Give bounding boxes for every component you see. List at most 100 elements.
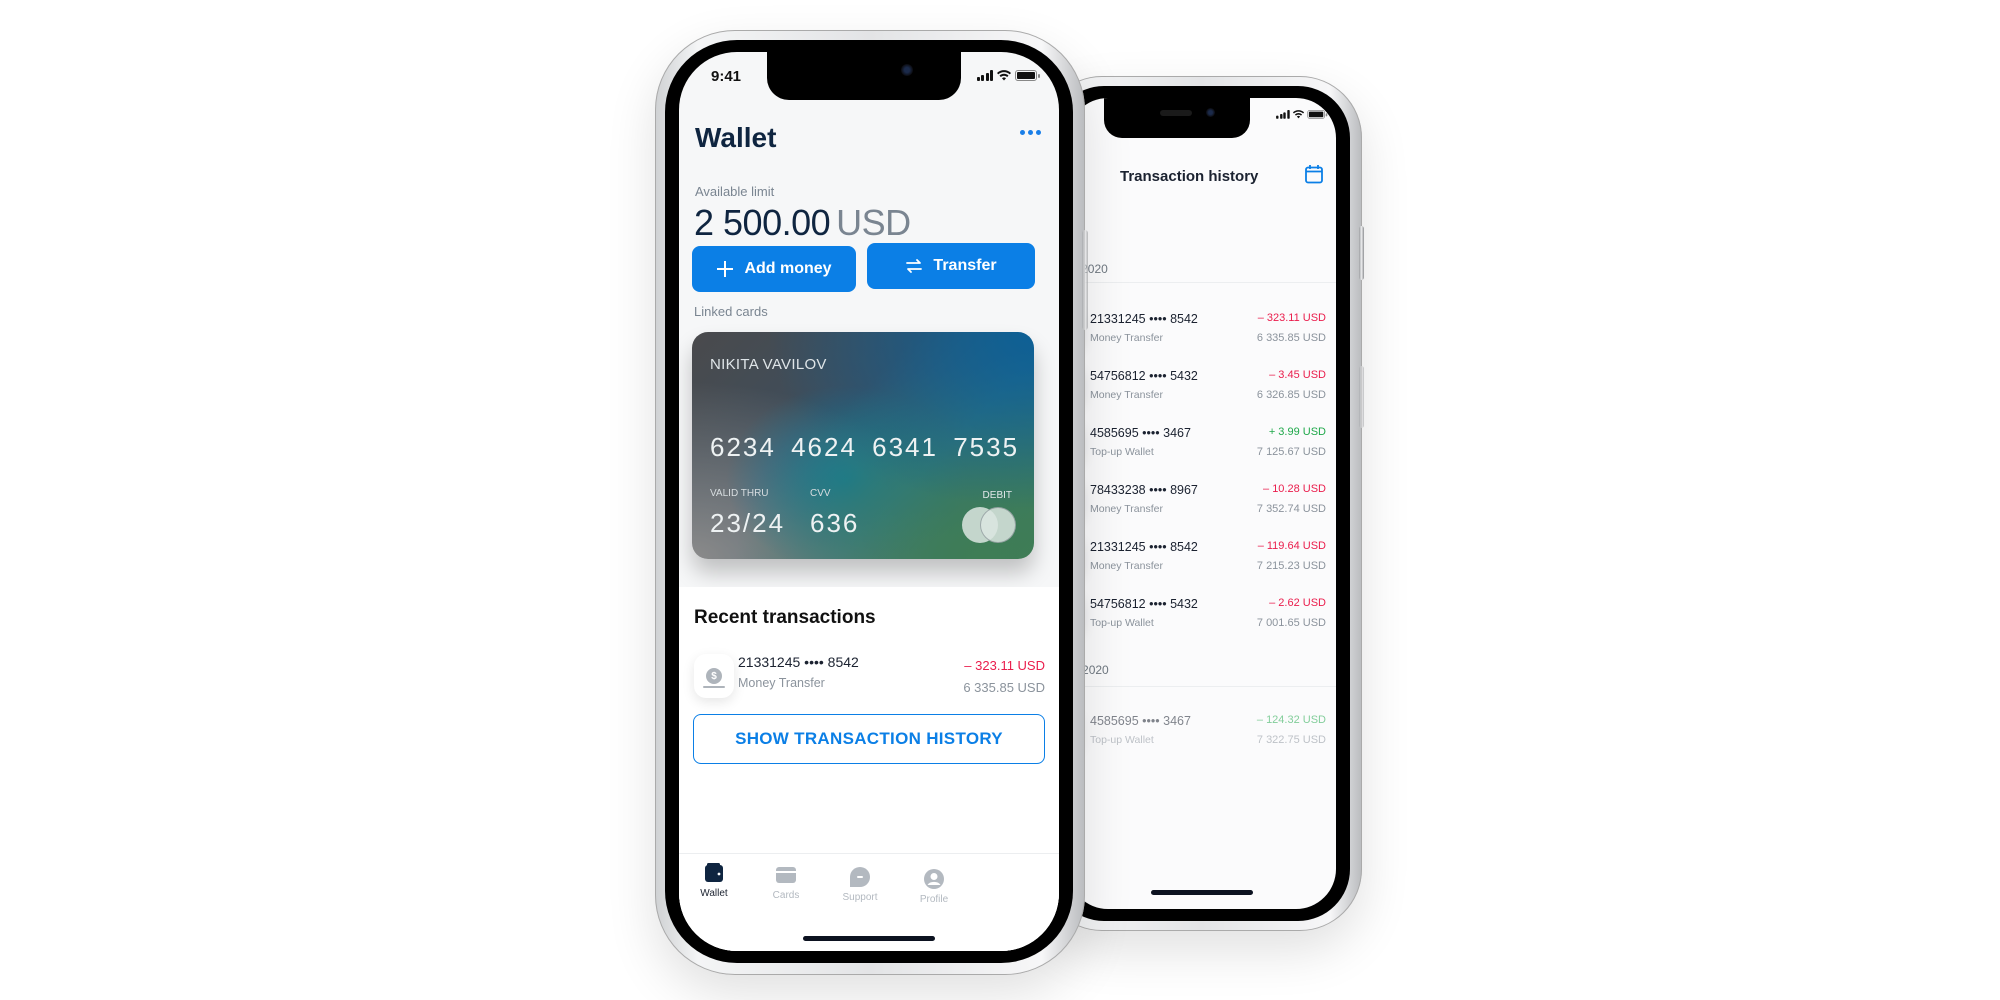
available-limit-label: Available limit bbox=[695, 184, 775, 199]
transaction-account: 78433238 •••• 8967 bbox=[1090, 483, 1198, 497]
transaction-row[interactable]: 21331245 •••• 8542 Money Transfer – 323.… bbox=[1068, 308, 1336, 366]
home-indicator bbox=[1151, 890, 1253, 895]
status-bar: :41 bbox=[1068, 98, 1336, 146]
cvv-value: 636 bbox=[810, 508, 860, 538]
transaction-balance: 6 335.85 USD bbox=[963, 680, 1045, 695]
plus-icon bbox=[717, 261, 734, 277]
show-transaction-history-button[interactable]: SHOW TRANSACTION HISTORY bbox=[693, 714, 1045, 764]
transaction-type: Top-up Wallet bbox=[1090, 446, 1154, 458]
transaction-row[interactable]: 4585695 •••• 3467 Top-up Wallet + 3.99 U… bbox=[1068, 422, 1336, 480]
transaction-balance: 7 001.65 USD bbox=[1256, 617, 1326, 629]
wifi-icon bbox=[1292, 110, 1304, 119]
transaction-amount: – 10.28 USD bbox=[1263, 483, 1326, 495]
linked-card[interactable]: NIKITA VAVILOV 6234 4624 6341 7535 VALID… bbox=[692, 332, 1034, 559]
battery-icon bbox=[1015, 70, 1040, 81]
ellipsis-icon bbox=[1020, 130, 1041, 135]
mastercard-logo-icon bbox=[962, 507, 1016, 543]
amount-value: 2 500.00 bbox=[694, 202, 831, 243]
transaction-account: 21331245 •••• 8542 bbox=[1090, 312, 1198, 326]
page-title: Wallet bbox=[695, 122, 777, 153]
wifi-icon bbox=[997, 70, 1011, 81]
tab-label: Cards bbox=[772, 890, 800, 901]
tab-label: Support bbox=[842, 892, 878, 903]
transaction-icon: $ bbox=[694, 654, 734, 698]
transaction-balance: 6 335.85 USD bbox=[1256, 332, 1326, 344]
swap-arrows-icon bbox=[906, 259, 923, 273]
cvv-label: CVV bbox=[810, 488, 831, 499]
status-icons bbox=[1275, 110, 1327, 119]
available-limit-amount: 2 500.00 USD bbox=[694, 202, 911, 244]
transaction-amount: – 323.11 USD bbox=[964, 658, 1045, 673]
transaction-account: 4585695 •••• 3467 bbox=[1090, 426, 1191, 440]
add-money-button[interactable]: Add money bbox=[692, 246, 856, 292]
transaction-type: Money Transfer bbox=[1090, 332, 1163, 344]
page-title: Transaction history bbox=[1120, 168, 1259, 185]
transaction-row[interactable]: 78433238 •••• 8967 Money Transfer – 10.2… bbox=[1068, 479, 1336, 537]
card-holder: NIKITA VAVILOV bbox=[710, 356, 827, 373]
transaction-balance: 6 326.85 USD bbox=[1256, 389, 1326, 401]
transaction-amount: – 323.11 USD bbox=[1257, 312, 1326, 324]
coin-icon: $ bbox=[703, 668, 725, 688]
transaction-row[interactable]: 21331245 •••• 8542 Money Transfer – 119.… bbox=[1068, 536, 1336, 594]
valid-thru-label: VALID THRU bbox=[710, 488, 769, 499]
status-time: 9:41 bbox=[711, 68, 742, 85]
transaction-type: Money Transfer bbox=[1090, 389, 1163, 401]
amount-currency: USD bbox=[836, 202, 911, 243]
transaction-account: 21331245 •••• 8542 bbox=[1090, 540, 1198, 554]
transaction-account: 21331245 •••• 8542 bbox=[738, 654, 859, 670]
transaction-row[interactable]: 54756812 •••• 5432 Money Transfer – 3.45… bbox=[1068, 365, 1336, 423]
more-options-button[interactable] bbox=[1020, 130, 1041, 135]
transaction-type: Top-up Wallet bbox=[1090, 617, 1154, 629]
side-button bbox=[1359, 366, 1364, 428]
tab-profile[interactable]: Profile bbox=[899, 868, 969, 905]
chat-bubble-icon bbox=[850, 867, 870, 887]
calendar-icon[interactable] bbox=[1304, 164, 1324, 184]
transaction-amount: – 2.62 USD bbox=[1269, 597, 1326, 609]
side-button bbox=[1082, 230, 1088, 330]
transfer-label: Transfer bbox=[933, 257, 997, 274]
signal-icon bbox=[1275, 110, 1289, 119]
transaction-balance: 7 352.74 USD bbox=[1256, 503, 1326, 515]
transaction-account: 54756812 •••• 5432 bbox=[1090, 597, 1198, 611]
transaction-balance: 7 125.67 USD bbox=[1256, 446, 1326, 458]
battery-icon bbox=[1306, 110, 1327, 119]
transaction-balance: 7 215.23 USD bbox=[1256, 560, 1326, 572]
transaction-type: Money Transfer bbox=[1090, 503, 1163, 515]
divider bbox=[1068, 686, 1336, 687]
transaction-type: Top-up Wallet bbox=[1090, 734, 1154, 746]
transaction-amount: – 119.64 USD bbox=[1257, 540, 1326, 552]
card-icon bbox=[776, 867, 796, 883]
section-title: Recent transactions bbox=[694, 607, 876, 628]
tab-support[interactable]: Support bbox=[825, 866, 895, 903]
wallet-screen: 9:41 Wallet Available limit 2 500.00 USD … bbox=[679, 52, 1059, 951]
home-indicator bbox=[803, 936, 935, 941]
transfer-button[interactable]: Transfer bbox=[867, 243, 1035, 289]
valid-thru-value: 23/24 bbox=[710, 508, 786, 538]
transaction-type: Money Transfer bbox=[738, 676, 825, 690]
side-button bbox=[1359, 226, 1364, 280]
transaction-account: 54756812 •••• 5432 bbox=[1090, 369, 1198, 383]
add-money-label: Add money bbox=[744, 260, 832, 277]
phone-transaction-history: :41 Transaction history 11, 2020 2133124… bbox=[1040, 76, 1364, 931]
status-icons bbox=[976, 70, 1040, 81]
transaction-account: 4585695 •••• 3467 bbox=[1090, 714, 1191, 728]
tab-label: Profile bbox=[919, 894, 949, 905]
linked-cards-label: Linked cards bbox=[694, 304, 768, 319]
tab-cards[interactable]: Cards bbox=[751, 864, 821, 901]
tab-wallet[interactable]: Wallet bbox=[679, 862, 749, 899]
tab-label: Wallet bbox=[700, 888, 728, 899]
divider bbox=[1068, 282, 1336, 283]
card-number: 6234 4624 6341 7535 bbox=[710, 432, 1020, 462]
user-icon bbox=[924, 869, 944, 889]
transaction-balance: 7 322.75 USD bbox=[1256, 734, 1326, 746]
card-type: DEBIT bbox=[982, 490, 1012, 501]
transaction-row[interactable]: 54756812 •••• 5432 Top-up Wallet – 2.62 … bbox=[1068, 593, 1336, 651]
transaction-row[interactable]: $ 21331245 •••• 8542 Money Transfer – 32… bbox=[679, 654, 1059, 714]
transaction-type: Money Transfer bbox=[1090, 560, 1163, 572]
phone-wallet: 9:41 Wallet Available limit 2 500.00 USD … bbox=[655, 30, 1088, 975]
transaction-amount: + 3.99 USD bbox=[1268, 426, 1326, 438]
transaction-amount: – 3.45 USD bbox=[1269, 369, 1326, 381]
history-screen: :41 Transaction history 11, 2020 2133124… bbox=[1068, 98, 1336, 909]
wallet-icon bbox=[705, 863, 723, 882]
transaction-row[interactable]: 4585695 •••• 3467 Top-up Wallet – 124.32… bbox=[1068, 710, 1336, 768]
